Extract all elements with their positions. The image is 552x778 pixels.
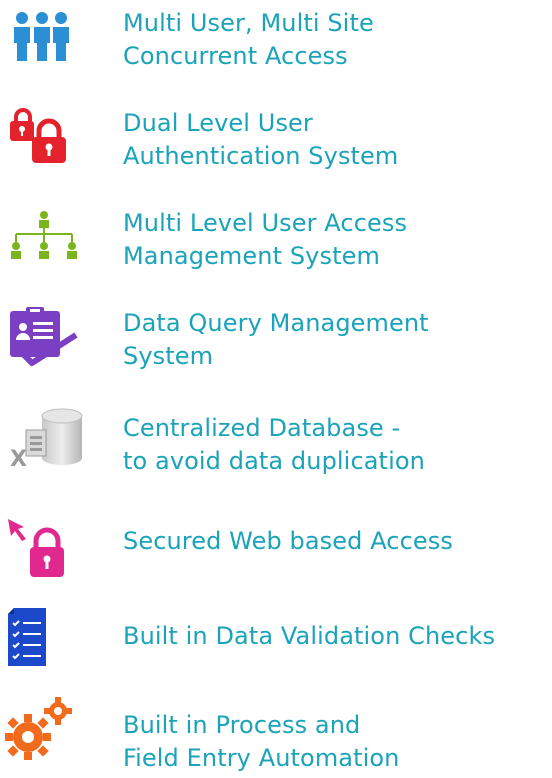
feature-line: Built in Data Validation Checks: [123, 622, 496, 650]
feature-line: Authentication System: [123, 142, 399, 170]
feature-text: Multi Level User Access Management Syste…: [123, 207, 407, 273]
svg-text:X: X: [10, 447, 27, 472]
feature-text: Centralized Database - to avoid data dup…: [123, 412, 425, 478]
feature-line: System: [123, 342, 214, 370]
cursor-lock-icon: [4, 517, 86, 577]
feature-line: Concurrent Access: [123, 42, 348, 70]
feature-text: Multi User, Multi Site Concurrent Access: [123, 7, 374, 73]
users-group-icon: [4, 7, 86, 67]
clipboard-query-icon: [4, 307, 86, 367]
feature-line: Built in Process and: [123, 711, 361, 739]
feature-line: Field Entry Automation: [123, 744, 400, 772]
feature-line: Secured Web based Access: [123, 527, 453, 555]
feature-line: Multi User, Multi Site: [123, 9, 374, 37]
feature-line: Dual Level User: [123, 109, 313, 137]
feature-line: Management System: [123, 242, 380, 270]
feature-line: Data Query Management: [123, 309, 429, 337]
gears-icon: [4, 697, 86, 760]
feature-text: Secured Web based Access: [123, 525, 453, 558]
padlocks-icon: [4, 107, 86, 167]
feature-text: Built in Data Validation Checks: [123, 620, 495, 653]
feature-line: Centralized Database -: [123, 414, 401, 442]
feature-text: Dual Level User Authentication System: [123, 107, 398, 173]
feature-line: to avoid data duplication: [123, 447, 425, 475]
feature-text: Data Query Management System: [123, 307, 429, 373]
database-excel-icon: X: [4, 406, 86, 472]
feature-line: Multi Level User Access: [123, 209, 408, 237]
feature-text: Built in Process and Field Entry Automat…: [123, 709, 400, 775]
org-hierarchy-icon: [4, 207, 86, 267]
checklist-icon: [4, 608, 86, 668]
